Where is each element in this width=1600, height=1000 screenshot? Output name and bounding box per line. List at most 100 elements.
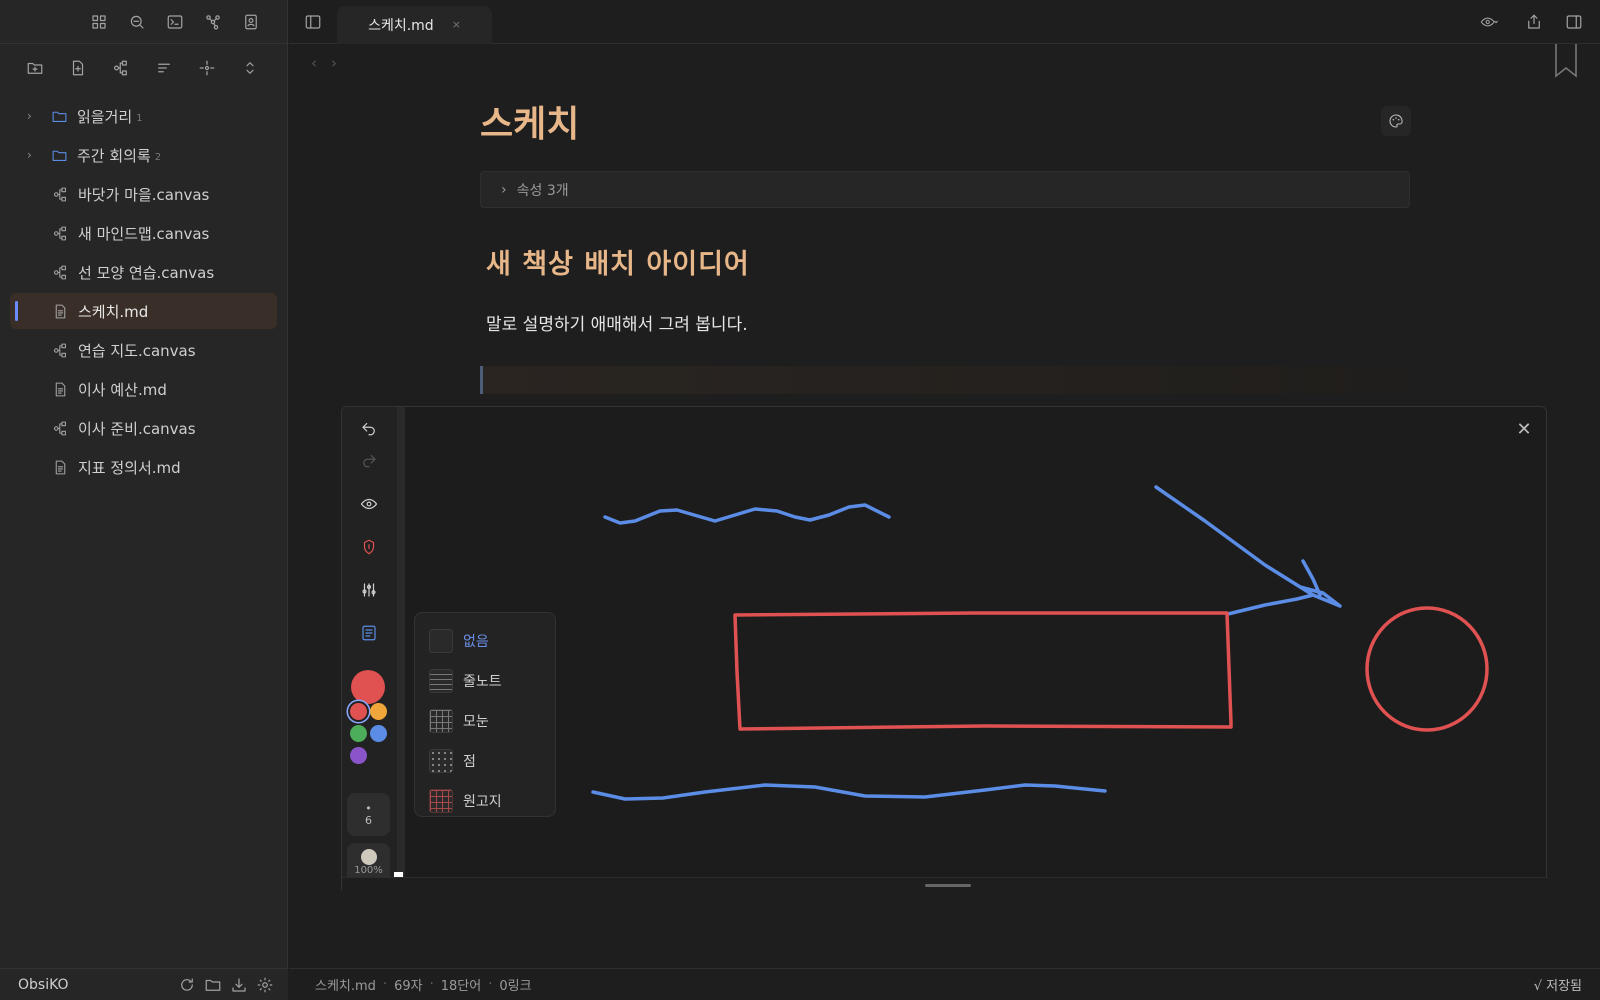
blank-preview-icon [429, 629, 453, 653]
sidebar: › 읽을거리 1 › 주간 회의록 2 바닷가 마을.canvas 새 마인드맵… [0, 0, 288, 968]
status-words: 18단어 [440, 979, 482, 994]
tree-folder[interactable]: › 읽을거리 1 [10, 98, 277, 134]
bookmark-icon[interactable] [1554, 44, 1578, 78]
vault-name[interactable]: ObsiKO [18, 977, 69, 993]
color-swatch-purple[interactable] [350, 747, 367, 764]
properties-label: 속성 3개 [516, 182, 569, 199]
tab-close-icon[interactable]: × [452, 18, 461, 31]
tab-bar: 스케치.md × [289, 0, 1600, 44]
chevron-right-icon: › [501, 181, 507, 198]
active-line[interactable] [480, 366, 1410, 394]
color-swatch-red[interactable] [350, 703, 367, 720]
drawing-toolbar: • 6 100% [342, 407, 397, 877]
file-text-icon [50, 379, 70, 399]
search-icon[interactable] [125, 10, 149, 34]
tree-file-canvas[interactable]: 바닷가 마을.canvas [10, 176, 277, 212]
status-file: 스케치.md [315, 979, 376, 994]
download-icon[interactable] [226, 973, 252, 997]
widget-resize-bar[interactable] [342, 877, 1548, 894]
grid-preview-icon [429, 709, 453, 733]
undo-icon[interactable] [356, 415, 382, 441]
new-canvas-icon[interactable] [109, 56, 133, 80]
tree-folder[interactable]: › 주간 회의록 2 [10, 137, 277, 173]
bg-option-none[interactable]: 없음 [415, 621, 555, 661]
background-template-icon[interactable] [356, 620, 382, 646]
eye-icon[interactable] [1472, 10, 1506, 34]
bg-option-lined[interactable]: 줄노트 [415, 661, 555, 701]
tree-item-label: 주간 회의록 [77, 146, 151, 165]
status-bar: 스케치.md · 69자 · 18단어 · 0링크 √ 저장됨 [289, 968, 1600, 1000]
tree-file-canvas[interactable]: 연습 지도.canvas [10, 332, 277, 368]
right-sidebar-toggle-icon[interactable] [1562, 10, 1586, 34]
terminal-icon[interactable] [163, 10, 187, 34]
bg-option-dot[interactable]: 점 [415, 741, 555, 781]
lined-preview-icon [429, 669, 453, 693]
bg-option-label: 모눈 [463, 714, 489, 730]
blue-arrow-stroke [1154, 485, 1342, 608]
tree-file-canvas[interactable]: 이사 준비.canvas [10, 410, 277, 446]
status-chars: 69자 [394, 979, 423, 994]
brush-size-button[interactable]: • 6 [347, 793, 390, 836]
eye-icon[interactable] [356, 491, 382, 517]
tab-actions [1472, 10, 1600, 34]
new-folder-icon[interactable] [23, 56, 47, 80]
tree-file-active[interactable]: 스케치.md [10, 293, 277, 329]
color-swatch-blue[interactable] [370, 725, 387, 742]
back-icon[interactable]: ‹ [311, 54, 317, 72]
tree-file-md[interactable]: 지표 정의서.md [10, 449, 277, 485]
collapse-icon[interactable] [238, 56, 262, 80]
brush-size-value: 6 [365, 814, 372, 827]
color-swatch-orange[interactable] [370, 703, 387, 720]
tree-item-label: 읽을거리 [77, 107, 133, 126]
canvas-icon [50, 223, 70, 243]
contact-icon[interactable] [239, 10, 263, 34]
share-icon[interactable] [1522, 10, 1546, 34]
canvas-icon [50, 262, 70, 282]
color-swatch-green[interactable] [350, 725, 367, 742]
canvas-icon [50, 340, 70, 360]
forward-icon[interactable]: › [331, 54, 337, 72]
canvas-icon [50, 184, 70, 204]
tab-label: 스케치.md [368, 17, 434, 34]
bg-option-manuscript[interactable]: 원고지 [415, 781, 555, 821]
note-title[interactable]: 스케치 [480, 95, 579, 147]
graph-icon[interactable] [201, 10, 225, 34]
properties-collapsed[interactable]: › 속성 3개 [480, 171, 1410, 208]
tree-item-label: 연습 지도.canvas [78, 341, 196, 360]
tree-item-label: 바닷가 마을.canvas [78, 185, 210, 204]
current-color[interactable] [351, 670, 385, 704]
editor-pane: 스케치.md × ‹ › 스케치 › 속성 3개 새 책상 배치 아이디어 말로… [289, 0, 1600, 968]
tree-file-md[interactable]: 이사 예산.md [10, 371, 277, 407]
resize-grip[interactable] [925, 884, 971, 887]
folder-count: 2 [154, 151, 162, 163]
refresh-icon[interactable] [174, 973, 200, 997]
folder-icon[interactable] [200, 973, 226, 997]
file-text-icon [50, 301, 70, 321]
sort-icon[interactable] [152, 56, 176, 80]
folder-icon [49, 106, 69, 126]
tree-item-label: 이사 준비.canvas [78, 419, 196, 438]
new-note-icon[interactable] [66, 56, 90, 80]
tree-file-canvas[interactable]: 선 모양 연습.canvas [10, 254, 277, 290]
blue-bottom-wave-stroke [591, 783, 1107, 801]
background-menu: 없음 줄노트 모눈 점 원고지 [414, 612, 556, 817]
opacity-dot [360, 849, 377, 865]
reveal-icon[interactable] [195, 56, 219, 80]
heading-2[interactable]: 새 책상 배치 아이디어 [486, 242, 750, 281]
gear-icon[interactable] [252, 973, 278, 997]
opacity-button[interactable]: 100% [347, 843, 390, 877]
status-saved: √ 저장됨 [1533, 979, 1582, 994]
tab-sketch[interactable]: 스케치.md × [337, 5, 492, 44]
toolbar-scrollbar[interactable] [397, 407, 405, 877]
drawing-canvas[interactable] [405, 407, 1545, 877]
bg-option-grid[interactable]: 모눈 [415, 701, 555, 741]
palette-button[interactable] [1381, 106, 1411, 136]
redo-icon[interactable] [356, 447, 382, 473]
sidebar-toggle-icon[interactable] [301, 10, 325, 34]
tree-file-canvas[interactable]: 새 마인드맵.canvas [10, 215, 277, 251]
palette-icon [1389, 114, 1403, 128]
grid-icon[interactable] [87, 10, 111, 34]
sliders-icon[interactable] [356, 577, 382, 603]
paragraph[interactable]: 말로 설명하기 애매해서 그려 봅니다. [486, 310, 748, 335]
pen-tool-icon[interactable] [356, 534, 382, 560]
